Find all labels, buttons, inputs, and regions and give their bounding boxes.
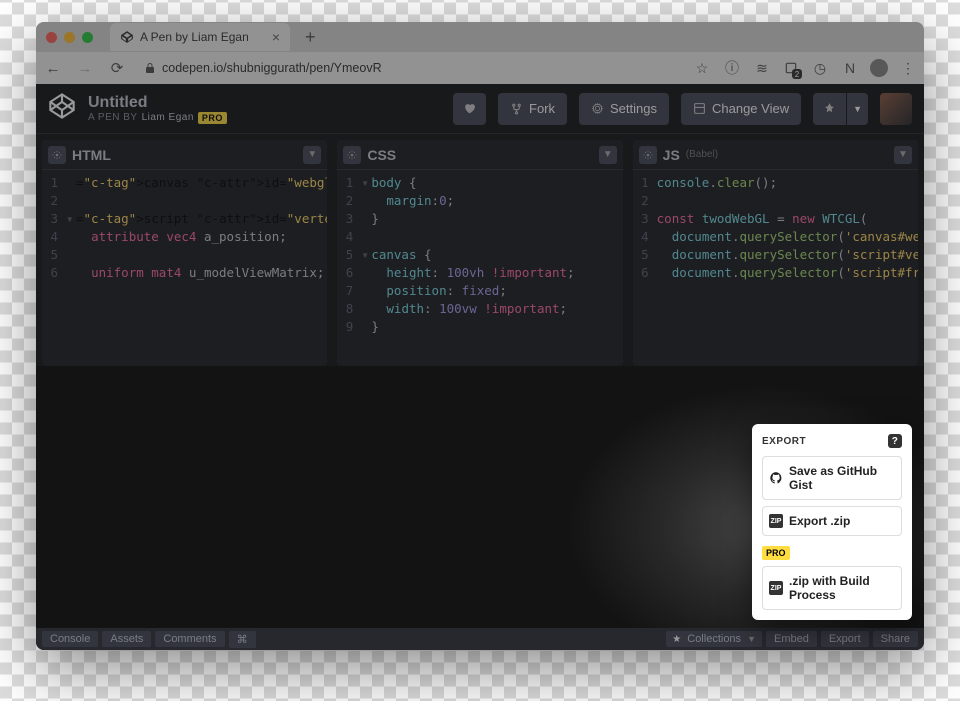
reload-button[interactable]: ⟳: [106, 59, 128, 77]
browser-tab[interactable]: A Pen by Liam Egan ×: [110, 23, 290, 51]
help-icon[interactable]: ?: [888, 434, 902, 448]
comments-button[interactable]: Comments: [155, 631, 224, 647]
css-panel-title: CSS: [367, 147, 396, 163]
clock-icon[interactable]: ◷: [810, 60, 830, 77]
pro-badge: PRO: [198, 112, 227, 124]
menu-icon[interactable]: ⋮: [898, 60, 918, 77]
user-avatar[interactable]: [880, 93, 912, 125]
lock-icon: [144, 62, 156, 74]
pin-icon: [823, 102, 836, 115]
js-settings-icon[interactable]: [639, 146, 657, 164]
html-settings-icon[interactable]: [48, 146, 66, 164]
export-popup-title: EXPORT: [762, 436, 806, 447]
shortcuts-button[interactable]: ⌘: [229, 631, 256, 648]
byline-prefix: A PEN BY: [88, 112, 138, 123]
back-button[interactable]: ←: [42, 60, 64, 77]
minimize-window-icon[interactable]: [64, 32, 75, 43]
fork-button[interactable]: Fork: [498, 93, 567, 125]
close-tab-icon[interactable]: ×: [272, 29, 280, 45]
fork-icon: [510, 102, 523, 115]
embed-button[interactable]: Embed: [766, 631, 817, 647]
new-tab-button[interactable]: +: [297, 27, 324, 48]
js-panel-title: JS: [663, 147, 680, 163]
css-settings-icon[interactable]: [343, 146, 361, 164]
css-code[interactable]: 1▾body {2 margin:0;3}45▾canvas {6 height…: [337, 170, 622, 366]
close-window-icon[interactable]: [46, 32, 57, 43]
heart-icon: [463, 102, 476, 115]
js-panel-sub: (Babel): [686, 149, 718, 160]
settings-button[interactable]: Settings: [579, 93, 669, 125]
change-view-button[interactable]: Change View: [681, 93, 801, 125]
url-text: codepen.io/shubniggurath/pen/YmeovR: [162, 61, 382, 75]
notion-icon[interactable]: N: [840, 60, 860, 76]
pen-title[interactable]: Untitled: [88, 94, 441, 112]
zip-icon: ZIP: [769, 581, 783, 595]
html-code[interactable]: 1<"c-attr">class="c-tag">canvas "c-attr"…: [42, 170, 327, 366]
layers-icon[interactable]: ≋: [752, 60, 772, 77]
pin-dropdown[interactable]: ▼: [847, 93, 868, 125]
github-icon: [769, 471, 783, 485]
codepen-favicon-icon: [120, 30, 134, 44]
html-panel: HTML ▼ 1<"c-attr">class="c-tag">canvas "…: [42, 140, 327, 366]
chevron-down-icon: ▼: [853, 104, 862, 114]
html-panel-chevron-icon[interactable]: ▼: [303, 146, 321, 164]
window-controls: [46, 32, 93, 43]
gear-icon: [591, 102, 604, 115]
export-zip-button[interactable]: ZIP Export .zip: [762, 506, 902, 536]
codepen-header: Untitled A PEN BY Liam Egan PRO Fork Set…: [36, 84, 924, 134]
export-popup: EXPORT ? Save as GitHub Gist ZIP Export …: [752, 424, 912, 620]
zip-icon: ZIP: [769, 514, 783, 528]
pin-button[interactable]: [813, 93, 846, 125]
collections-button[interactable]: ★ Collections ▼: [666, 631, 762, 647]
editor-row: HTML ▼ 1<"c-attr">class="c-tag">canvas "…: [36, 140, 924, 366]
maximize-window-icon[interactable]: [82, 32, 93, 43]
export-gist-button[interactable]: Save as GitHub Gist: [762, 456, 902, 500]
codepen-logo-icon[interactable]: [48, 92, 76, 125]
pro-label: PRO: [762, 546, 790, 560]
extension-badge-icon[interactable]: 2: [782, 59, 800, 77]
forward-button[interactable]: →: [74, 60, 96, 77]
css-panel: CSS ▼ 1▾body {2 margin:0;3}45▾canvas {6 …: [337, 140, 622, 366]
css-panel-chevron-icon[interactable]: ▼: [599, 146, 617, 164]
js-panel: JS (Babel) ▼ 1console.clear();23const tw…: [633, 140, 918, 366]
star-icon[interactable]: ☆: [692, 60, 712, 77]
info-icon[interactable]: ⓘ: [722, 58, 742, 78]
browser-chrome: A Pen by Liam Egan × + ← → ⟳ codepen.io/…: [36, 22, 924, 84]
layout-icon: [693, 102, 706, 115]
share-button[interactable]: Share: [873, 631, 918, 647]
chevron-down-icon: ▼: [747, 634, 756, 644]
star-icon: ★: [672, 634, 681, 645]
console-button[interactable]: Console: [42, 631, 98, 647]
assets-button[interactable]: Assets: [102, 631, 151, 647]
tab-title: A Pen by Liam Egan: [140, 30, 266, 44]
author-link[interactable]: Liam Egan: [142, 112, 194, 123]
js-panel-chevron-icon[interactable]: ▼: [894, 146, 912, 164]
export-button[interactable]: Export: [821, 631, 869, 647]
html-panel-title: HTML: [72, 147, 111, 163]
export-build-button[interactable]: ZIP .zip with Build Process: [762, 566, 902, 610]
profile-avatar[interactable]: [870, 59, 888, 77]
js-code[interactable]: 1console.clear();23const twodWebGL = new…: [633, 170, 918, 366]
address-bar[interactable]: codepen.io/shubniggurath/pen/YmeovR: [138, 56, 682, 80]
heart-button[interactable]: [453, 93, 486, 125]
footer-bar: Console Assets Comments ⌘ ★ Collections …: [36, 628, 924, 650]
